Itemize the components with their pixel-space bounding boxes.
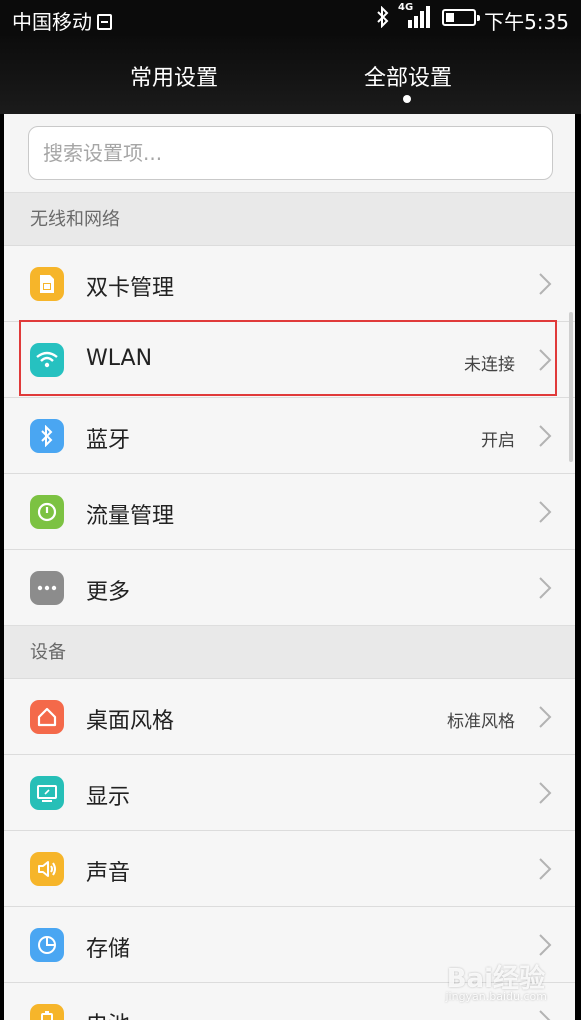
storage-icon <box>30 928 64 962</box>
bluetooth-status-icon <box>377 6 389 28</box>
more-icon <box>30 571 64 605</box>
bluetooth-icon <box>30 419 64 453</box>
settings-item-more[interactable]: 更多 <box>4 549 575 625</box>
active-tab-indicator <box>403 95 411 103</box>
settings-item-sound[interactable]: 声音 <box>4 830 575 906</box>
chevron-right-icon <box>539 858 552 880</box>
settings-item-dual-sim[interactable]: 双卡管理 <box>4 245 575 321</box>
bluetooth-status-value: 开启 <box>481 431 515 451</box>
settings-item-label: 更多 <box>86 580 131 605</box>
battery-icon <box>30 1004 64 1020</box>
section-header-wireless: 无线和网络 <box>4 192 575 245</box>
chevron-right-icon <box>539 349 552 371</box>
settings-item-data-usage[interactable]: 流量管理 <box>4 473 575 549</box>
settings-item-label: 声音 <box>86 861 131 886</box>
status-clock: 下午5:35 <box>484 10 569 34</box>
chevron-right-icon <box>539 706 552 728</box>
chevron-right-icon <box>539 782 552 804</box>
settings-item-label: 流量管理 <box>86 504 175 529</box>
wifi-icon <box>30 343 64 377</box>
home-icon <box>30 700 64 734</box>
battery-status-icon <box>442 9 480 26</box>
network-type-label: 4G <box>398 2 414 13</box>
scrollbar[interactable] <box>569 312 573 462</box>
signal-icon: 4G <box>398 2 432 28</box>
settings-item-bluetooth[interactable]: 蓝牙 开启 <box>4 397 575 473</box>
settings-item-label: 存储 <box>86 937 131 962</box>
settings-item-label: WLAN <box>86 346 153 371</box>
settings-item-label: 显示 <box>86 785 131 810</box>
settings-list: 无线和网络 双卡管理 WLAN 未连接 蓝牙 开启 流量管理 <box>4 114 575 1020</box>
dual-sim-icon <box>30 267 64 301</box>
home-style-value: 标准风格 <box>447 712 515 732</box>
settings-item-display[interactable]: 显示 <box>4 754 575 830</box>
section-header-device: 设备 <box>4 625 575 678</box>
wlan-status-value: 未连接 <box>464 355 515 375</box>
settings-item-home-style[interactable]: 桌面风格 标准风格 <box>4 678 575 754</box>
sound-icon <box>30 852 64 886</box>
carrier-name: 中国移动 <box>12 6 112 35</box>
chevron-right-icon <box>539 425 552 447</box>
sim-card-icon <box>97 14 112 30</box>
chevron-right-icon <box>539 501 552 523</box>
search-bar <box>4 114 575 192</box>
chevron-right-icon <box>539 934 552 956</box>
chevron-right-icon <box>539 1010 551 1020</box>
search-input[interactable] <box>28 126 553 180</box>
display-icon <box>30 776 64 810</box>
settings-item-label: 蓝牙 <box>86 428 131 453</box>
status-bar: 中国移动 4G 下午5:35 <box>0 0 581 36</box>
settings-item-label: 双卡管理 <box>86 276 175 301</box>
tab-all-settings[interactable]: 全部设置 <box>328 60 488 92</box>
tab-common-settings[interactable]: 常用设置 <box>94 60 254 92</box>
chevron-right-icon <box>539 577 552 599</box>
settings-item-wlan[interactable]: WLAN 未连接 <box>4 321 575 397</box>
watermark-url: jingyan.baidu.com <box>445 990 547 1003</box>
settings-item-label: 电池 <box>86 1007 130 1020</box>
settings-tab-bar: 常用设置 全部设置 <box>0 36 581 114</box>
chevron-right-icon <box>539 273 552 295</box>
settings-item-label: 桌面风格 <box>86 709 175 734</box>
data-usage-icon <box>30 495 64 529</box>
